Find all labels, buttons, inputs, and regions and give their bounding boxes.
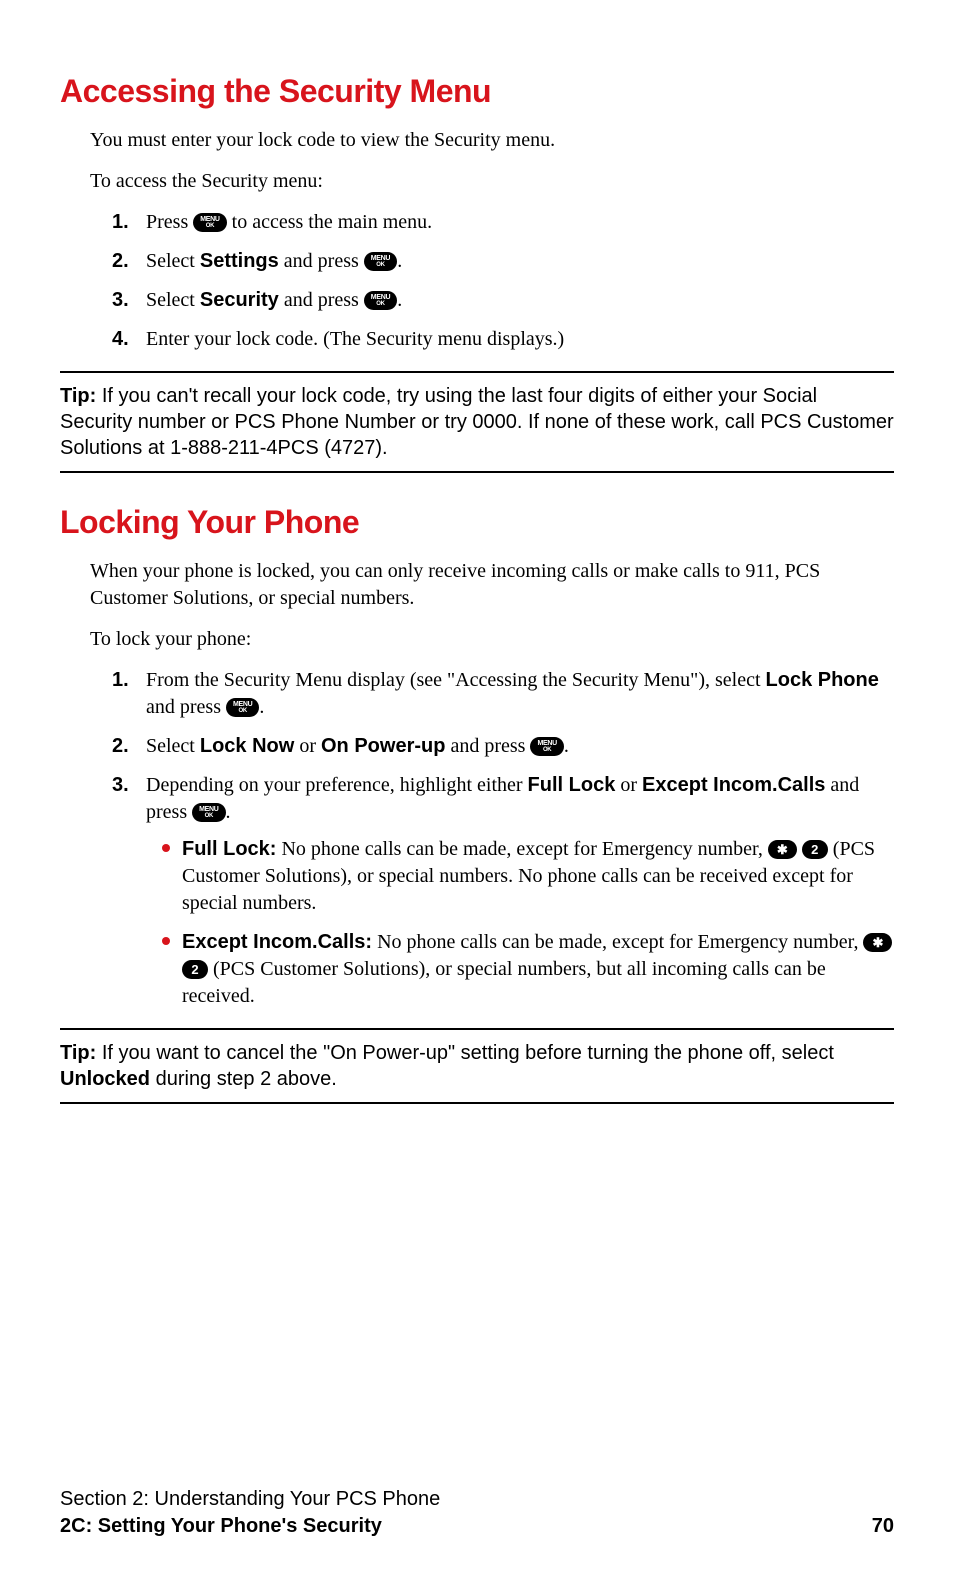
step-item: 2. Select Lock Now or On Power-up and pr… — [138, 733, 894, 760]
bullet-item: Except Incom.Calls: No phone calls can b… — [166, 929, 894, 1010]
tip-label: Tip: — [60, 1042, 96, 1064]
step-number: 3. — [112, 287, 129, 314]
step-item: 1. From the Security Menu display (see "… — [138, 667, 894, 721]
page-number: 70 — [872, 1513, 894, 1540]
ordered-steps: 1. Press MENUOK to access the main menu.… — [90, 209, 894, 353]
footer-subsection-line: 2C: Setting Your Phone's Security — [60, 1513, 894, 1540]
menu-ok-key-icon: MENUOK — [364, 291, 397, 310]
body-text: You must enter your lock code to view th… — [90, 127, 894, 154]
bullet-item: Full Lock: No phone calls can be made, e… — [166, 836, 894, 917]
step-number: 1. — [112, 667, 129, 694]
two-key-icon: 2 — [182, 960, 208, 979]
step-item: 3. Select Security and press MENUOK. — [138, 287, 894, 314]
step-item: 1. Press MENUOK to access the main menu. — [138, 209, 894, 236]
step-number: 3. — [112, 772, 129, 799]
step-number: 1. — [112, 209, 129, 236]
step-number: 2. — [112, 248, 129, 275]
tip-box: Tip: If you want to cancel the "On Power… — [60, 1028, 894, 1104]
ordered-steps: 1. From the Security Menu display (see "… — [90, 667, 894, 1010]
body-text: To access the Security menu: — [90, 168, 894, 195]
body-text: When your phone is locked, you can only … — [90, 558, 894, 612]
bullet-list: Full Lock: No phone calls can be made, e… — [146, 836, 894, 1010]
tip-label: Tip: — [60, 385, 96, 407]
page-footer: Section 2: Understanding Your PCS Phone … — [60, 1486, 894, 1540]
tip-box: Tip: If you can't recall your lock code,… — [60, 371, 894, 473]
step-item: 4. Enter your lock code. (The Security m… — [138, 326, 894, 353]
menu-ok-key-icon: MENUOK — [193, 213, 226, 232]
footer-section-line: Section 2: Understanding Your PCS Phone — [60, 1486, 894, 1513]
step-item: 2. Select Settings and press MENUOK. — [138, 248, 894, 275]
menu-ok-key-icon: MENUOK — [192, 803, 225, 822]
menu-ok-key-icon: MENUOK — [226, 698, 259, 717]
step-number: 2. — [112, 733, 129, 760]
menu-ok-key-icon: MENUOK — [364, 252, 397, 271]
body-text: To lock your phone: — [90, 626, 894, 653]
two-key-icon: 2 — [802, 840, 828, 859]
step-number: 4. — [112, 326, 129, 353]
heading-locking-phone: Locking Your Phone — [60, 501, 894, 544]
menu-ok-key-icon: MENUOK — [530, 737, 563, 756]
star-key-icon: ✱ — [863, 933, 892, 952]
step-item: 3. Depending on your preference, highlig… — [138, 772, 894, 1010]
heading-accessing-security: Accessing the Security Menu — [60, 70, 894, 113]
star-key-icon: ✱ — [768, 840, 797, 859]
